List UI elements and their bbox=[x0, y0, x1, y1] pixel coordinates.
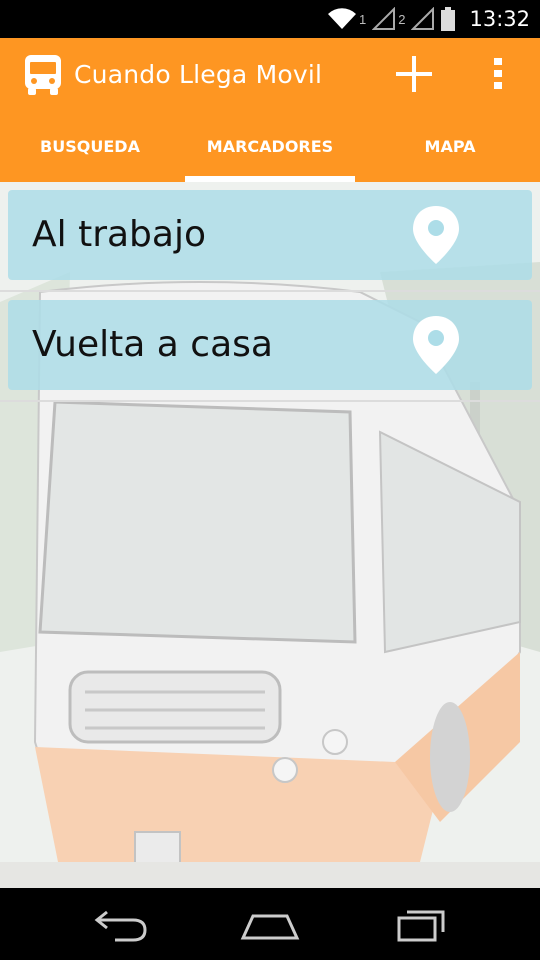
sim1-label: 1 bbox=[359, 11, 367, 27]
tab-marcadores[interactable]: MARCADORES bbox=[180, 110, 360, 182]
battery-icon bbox=[441, 7, 456, 31]
bus-icon bbox=[25, 55, 61, 95]
list-item: Vuelta a casa bbox=[0, 292, 540, 402]
tab-mapa[interactable]: MAPA bbox=[360, 110, 540, 182]
back-icon[interactable] bbox=[85, 902, 155, 946]
status-bar: 1 2 13:32 bbox=[0, 0, 540, 38]
location-pin-icon[interactable] bbox=[410, 204, 462, 266]
recents-icon[interactable] bbox=[385, 902, 455, 946]
tab-label: MAPA bbox=[424, 136, 476, 156]
wifi-icon bbox=[328, 8, 356, 30]
app-bar: Cuando Llega Movil BUSQUEDA MARCADORES M… bbox=[0, 38, 540, 182]
location-pin-icon[interactable] bbox=[410, 314, 462, 376]
status-time: 13:32 bbox=[469, 7, 530, 31]
system-nav-bar bbox=[0, 888, 540, 960]
tab-label: MARCADORES bbox=[206, 136, 334, 156]
overflow-menu-icon[interactable] bbox=[484, 54, 512, 94]
signal-icon bbox=[372, 7, 396, 30]
list-item: Al trabajo bbox=[0, 182, 540, 292]
tab-busqueda[interactable]: BUSQUEDA bbox=[0, 110, 180, 182]
bookmark-label: Vuelta a casa bbox=[32, 324, 273, 365]
sim2-label: 2 bbox=[398, 11, 406, 27]
tab-bar: BUSQUEDA MARCADORES MAPA bbox=[0, 110, 540, 182]
signal-icon bbox=[411, 7, 435, 30]
bookmark-label: Al trabajo bbox=[32, 214, 206, 255]
app-title: Cuando Llega Movil bbox=[74, 60, 323, 89]
bookmark-card-al-trabajo[interactable]: Al trabajo bbox=[8, 190, 532, 280]
toolbar: Cuando Llega Movil bbox=[0, 38, 540, 110]
home-icon[interactable] bbox=[235, 902, 305, 946]
add-icon[interactable] bbox=[394, 54, 434, 94]
bookmarks-panel: Al trabajo Vuelta a casa bbox=[0, 182, 540, 888]
bookmark-card-vuelta-a-casa[interactable]: Vuelta a casa bbox=[8, 300, 532, 390]
tab-label: BUSQUEDA bbox=[40, 136, 140, 156]
